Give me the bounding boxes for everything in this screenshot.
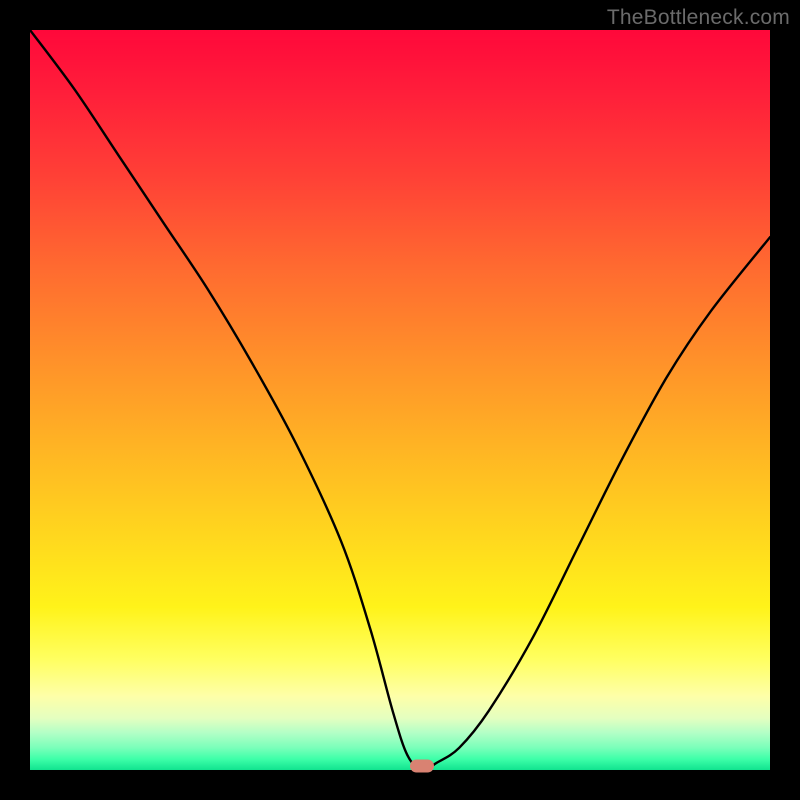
- optimum-marker: [410, 760, 434, 773]
- chart-frame: TheBottleneck.com: [0, 0, 800, 800]
- curve-svg: [30, 30, 770, 770]
- watermark-text: TheBottleneck.com: [607, 6, 790, 30]
- bottleneck-curve: [30, 30, 770, 770]
- plot-area: [30, 30, 770, 770]
